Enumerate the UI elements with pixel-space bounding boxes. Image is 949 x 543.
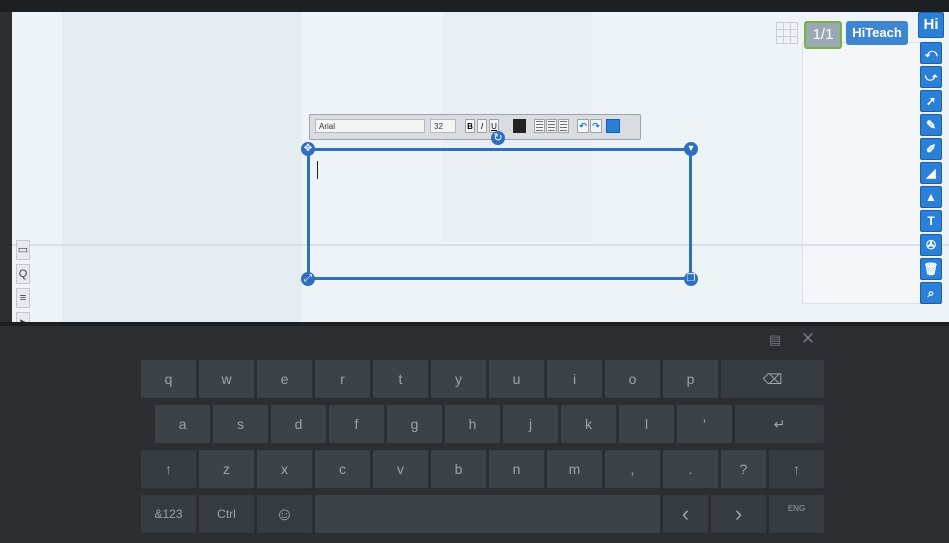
undo-icon[interactable]: ⤺: [920, 42, 942, 64]
backspace-key[interactable]: ⌫: [721, 360, 824, 398]
key-comma[interactable]: ,: [605, 450, 660, 488]
key-o[interactable]: o: [605, 360, 660, 398]
redo-icon[interactable]: ⤻: [920, 66, 942, 88]
brush-icon[interactable]: ✐: [920, 138, 942, 160]
key-y[interactable]: y: [431, 360, 486, 398]
key-f[interactable]: f: [329, 405, 384, 443]
display-bezel-top: [0, 0, 949, 12]
right-toolbar: Hi ⤺ ⤻ ➚ ✎ ✐ ◢ ▲ T ✇ 🗑 ⌕: [908, 12, 949, 312]
font-family-select[interactable]: Arial: [315, 119, 425, 133]
pen-icon[interactable]: ✎: [920, 114, 942, 136]
key-w[interactable]: w: [199, 360, 254, 398]
key-a[interactable]: a: [155, 405, 210, 443]
italic-button[interactable]: I: [477, 119, 487, 133]
shift-right-key[interactable]: ↑: [769, 450, 824, 488]
key-h[interactable]: h: [445, 405, 500, 443]
key-k[interactable]: k: [561, 405, 616, 443]
background-panel: [62, 12, 302, 322]
resize-handle-icon[interactable]: ⤢: [301, 272, 315, 286]
zoom-icon[interactable]: ⌕: [920, 282, 942, 304]
rotate-handle-icon[interactable]: ↻: [491, 131, 505, 145]
copy-handle-icon[interactable]: ❐: [684, 272, 698, 286]
menu-icon[interactable]: ≡: [16, 288, 30, 308]
search-icon[interactable]: Q: [16, 264, 30, 284]
key-m[interactable]: m: [547, 450, 602, 488]
bold-button[interactable]: B: [465, 119, 475, 133]
keyboard-toggle-icon[interactable]: [606, 119, 620, 133]
key-e[interactable]: e: [257, 360, 312, 398]
shift-left-key[interactable]: ↑: [141, 450, 196, 488]
expand-arrow-icon[interactable]: ▸: [16, 312, 30, 322]
hi-menu-button[interactable]: Hi: [918, 12, 944, 38]
image-icon[interactable]: ▭: [16, 240, 30, 260]
emoji-icon[interactable]: ☺: [257, 495, 312, 533]
key-c[interactable]: c: [315, 450, 370, 488]
key-z[interactable]: z: [199, 450, 254, 488]
undo-icon[interactable]: ↶: [577, 119, 589, 133]
key-p[interactable]: p: [663, 360, 718, 398]
font-size-select[interactable]: 32: [430, 119, 456, 133]
key-period[interactable]: .: [663, 450, 718, 488]
close-icon[interactable]: ✕: [800, 330, 816, 348]
enter-key[interactable]: ↵: [735, 405, 824, 443]
left-toolbar: ▭ Q ≡ ▸: [12, 240, 30, 322]
background-panel: [802, 42, 924, 304]
key-s[interactable]: s: [213, 405, 268, 443]
align-center-icon[interactable]: [546, 119, 557, 133]
eraser-icon[interactable]: ◢: [920, 162, 942, 184]
redo-icon[interactable]: ↷: [590, 119, 602, 133]
text-caret: [317, 161, 318, 179]
keyboard-settings-icon[interactable]: ▤: [768, 333, 782, 347]
hiteach-button[interactable]: HiTeach: [846, 21, 908, 45]
chevron-right-icon[interactable]: ›: [711, 495, 766, 533]
key-apostrophe[interactable]: ': [677, 405, 732, 443]
key-i[interactable]: i: [547, 360, 602, 398]
key-q[interactable]: q: [141, 360, 196, 398]
key-j[interactable]: j: [503, 405, 558, 443]
symbols-key[interactable]: &123: [141, 495, 196, 533]
language-key[interactable]: ENG: [769, 495, 824, 533]
key-x[interactable]: x: [257, 450, 312, 488]
trash-icon[interactable]: 🗑: [920, 258, 942, 280]
align-left-icon[interactable]: [534, 119, 545, 133]
key-v[interactable]: v: [373, 450, 428, 488]
text-tool-icon[interactable]: T: [920, 210, 942, 232]
ctrl-key[interactable]: Ctrl: [199, 495, 254, 533]
text-format-toolbar: Arial 32 B I U ↶ ↷: [309, 114, 641, 140]
chevron-down-icon[interactable]: ▾: [684, 142, 698, 156]
key-t[interactable]: t: [373, 360, 428, 398]
shapes-icon[interactable]: ▲: [920, 186, 942, 208]
chevron-left-icon[interactable]: ‹: [663, 495, 708, 533]
grid-icon[interactable]: [776, 22, 798, 44]
key-d[interactable]: d: [271, 405, 326, 443]
display-bezel-bottom: [0, 322, 949, 326]
whiteboard-canvas[interactable]: 1/1 HiTeach ▭ Q ≡ ▸ Arial 32 B I U ↶ ↷ ↻…: [12, 12, 949, 322]
align-right-icon[interactable]: [558, 119, 569, 133]
key-n[interactable]: n: [489, 450, 544, 488]
key-r[interactable]: r: [315, 360, 370, 398]
lasso-icon[interactable]: ✇: [920, 234, 942, 256]
text-box-editor[interactable]: ✥ ▾ ⤢ ❐: [301, 142, 698, 286]
space-bar[interactable]: [315, 495, 660, 533]
page-indicator[interactable]: 1/1: [804, 21, 842, 49]
key-b[interactable]: b: [431, 450, 486, 488]
key-g[interactable]: g: [387, 405, 442, 443]
text-color-swatch[interactable]: [513, 119, 526, 133]
key-question[interactable]: ?: [721, 450, 766, 488]
pointer-icon[interactable]: ➚: [920, 90, 942, 112]
key-u[interactable]: u: [489, 360, 544, 398]
move-handle-icon[interactable]: ✥: [301, 142, 315, 156]
key-l[interactable]: l: [619, 405, 674, 443]
